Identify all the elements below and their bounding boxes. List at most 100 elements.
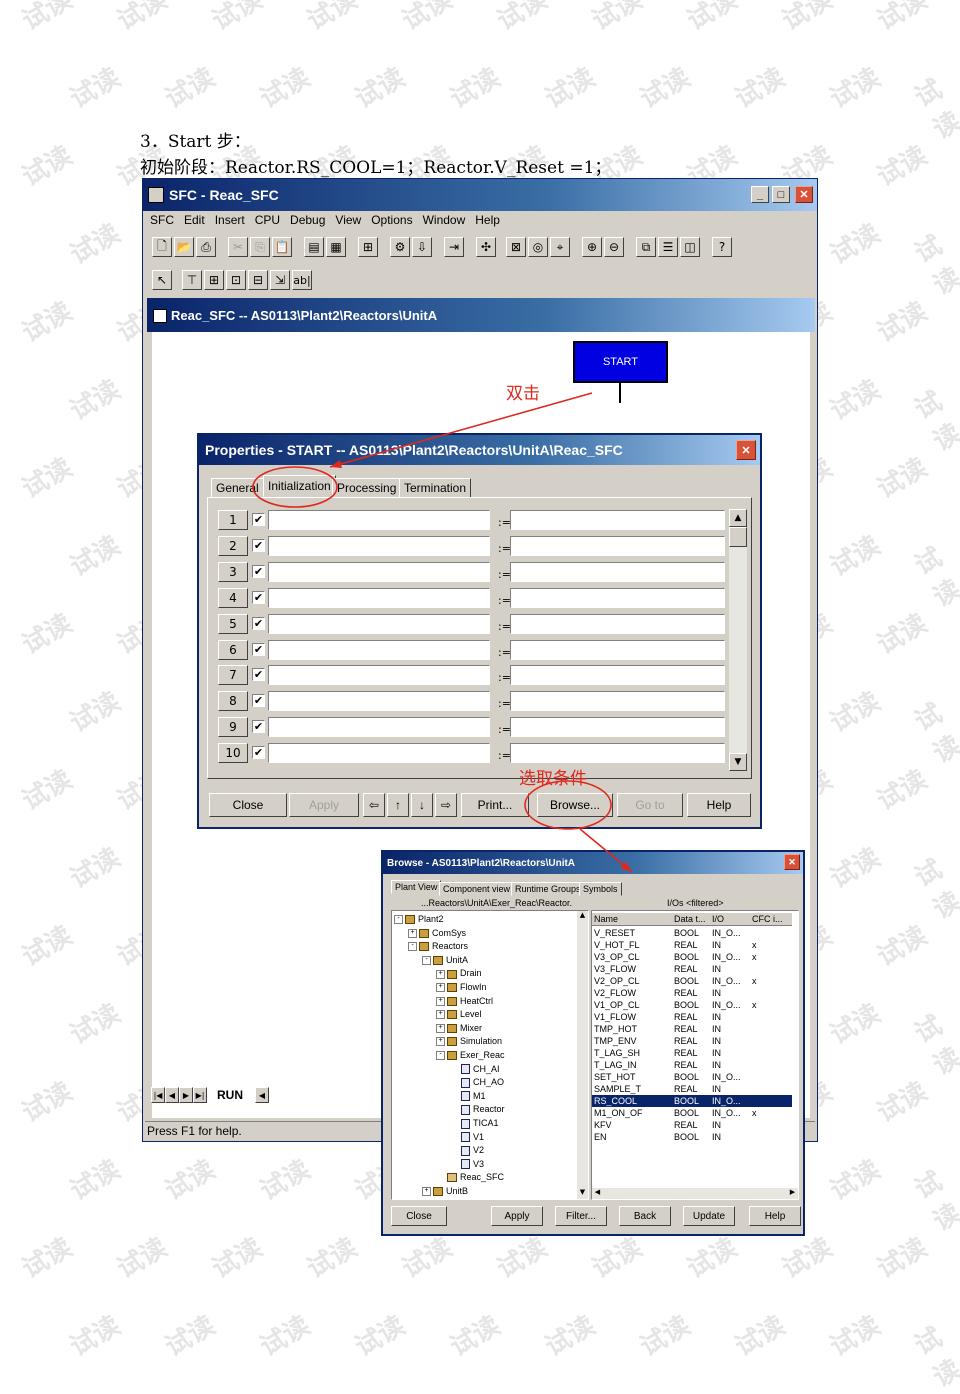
paste-icon[interactable]: 📋 [272, 237, 292, 257]
tree-scroll-up-icon[interactable]: ▲ [577, 911, 588, 922]
alternative-branch-icon[interactable]: ⊡ [226, 270, 246, 290]
tab-symbols[interactable]: Symbols [579, 882, 622, 896]
target-field[interactable] [268, 639, 490, 660]
tab-component-view[interactable]: Component view [439, 882, 515, 896]
tree-item[interactable]: + Drain [394, 967, 505, 981]
io-row[interactable]: TMP_ENV REAL IN [592, 1035, 792, 1047]
col-cfc[interactable]: CFC i... [752, 913, 792, 925]
expand-icon[interactable]: + [436, 1023, 445, 1033]
browse-apply-button[interactable]: Apply [491, 1206, 543, 1226]
target-field[interactable] [268, 613, 490, 634]
value-field[interactable] [510, 510, 725, 530]
run-tab[interactable]: RUN [217, 1088, 243, 1102]
tab-initialization[interactable]: Initialization [263, 475, 336, 497]
io-row[interactable]: KFV REAL IN [592, 1119, 792, 1131]
move-left-button[interactable]: ⇦ [363, 793, 385, 817]
tree-item[interactable]: + UnitB [394, 1185, 505, 1199]
tree-scrollbar[interactable]: ▲ ▼ [577, 911, 588, 1199]
menu-edit[interactable]: Edit [184, 213, 205, 227]
value-field[interactable] [510, 691, 725, 712]
tree-item[interactable]: + Mixer [394, 1022, 505, 1036]
tree-icon[interactable]: ⊞ [358, 237, 378, 257]
tree-scroll-down-icon[interactable]: ▼ [577, 1188, 588, 1199]
expand-icon[interactable]: + [436, 996, 445, 1006]
io-row[interactable]: V3_OP_CL BOOL IN_O... x [592, 951, 792, 963]
col-io[interactable]: I/O [712, 913, 752, 925]
io-row[interactable]: V_RESET BOOL IN_O... [592, 927, 792, 939]
value-field[interactable] [510, 743, 725, 764]
tab-runtime-groups[interactable]: Runtime Groups [511, 882, 585, 896]
row-enable-checkbox[interactable]: ✔ [252, 616, 265, 630]
close-button[interactable]: ✕ [795, 186, 813, 203]
object-icon[interactable]: ▦ [326, 237, 346, 257]
grid-hscroll[interactable]: ◀ ▶ [592, 1188, 798, 1199]
tree-item[interactable]: - Plant2 [394, 913, 505, 927]
target-field[interactable] [268, 743, 490, 764]
tree-item[interactable]: + Simulation [394, 1035, 505, 1049]
tree-item[interactable]: TICA1 [394, 1117, 505, 1131]
cascade-icon[interactable]: ⧉ [636, 237, 656, 257]
value-field[interactable] [510, 717, 725, 738]
target-field[interactable] [268, 665, 490, 686]
row-enable-checkbox[interactable]: ✔ [252, 720, 265, 734]
network-icon[interactable]: ✣ [476, 237, 496, 257]
tab-termination[interactable]: Termination [399, 478, 472, 498]
menu-sfc[interactable]: SFC [150, 213, 174, 227]
browse-close-icon[interactable]: ✕ [784, 854, 800, 870]
expand-icon[interactable]: + [436, 1010, 445, 1020]
sequence-icon[interactable]: ⊞ [204, 270, 224, 290]
tree-item[interactable]: + HeatCtrl [394, 995, 505, 1009]
io-row[interactable]: EN BOOL IN [592, 1131, 792, 1143]
io-row[interactable]: M1_ON_OF BOOL IN_O... x [592, 1107, 792, 1119]
tree-item[interactable]: M1 [394, 1090, 505, 1104]
print-button[interactable]: Print... [461, 793, 529, 817]
collapse-icon[interactable]: - [394, 915, 403, 925]
move-right-button[interactable]: ⇨ [435, 793, 457, 817]
trace-icon[interactable]: ⌖ [550, 237, 570, 257]
start-step[interactable]: START [573, 341, 668, 383]
io-row[interactable]: RS_COOL BOOL IN_O... [592, 1095, 792, 1107]
row-enable-checkbox[interactable]: ✔ [252, 642, 265, 656]
browse-close-button[interactable]: Close [391, 1206, 447, 1226]
target-field[interactable] [268, 510, 490, 530]
io-row[interactable]: T_LAG_IN REAL IN [592, 1059, 792, 1071]
row-enable-checkbox[interactable]: ✔ [252, 513, 265, 526]
row-enable-checkbox[interactable]: ✔ [252, 590, 265, 604]
close-dialog-button[interactable]: Close [209, 793, 287, 817]
move-down-button[interactable]: ↓ [411, 793, 433, 817]
tree-item[interactable]: + FlowIn [394, 981, 505, 995]
value-field[interactable] [510, 535, 725, 556]
tree-item[interactable]: CH_AO [394, 1076, 505, 1090]
copy-icon[interactable]: ⎘ [250, 237, 270, 257]
menu-options[interactable]: Options [371, 213, 412, 227]
maximize-button[interactable]: □ [772, 186, 790, 203]
io-row[interactable]: V1_OP_CL BOOL IN_O... x [592, 999, 792, 1011]
grid-scroll-left-icon[interactable]: ◀ [592, 1188, 603, 1199]
text-icon[interactable]: ab| [292, 270, 312, 290]
menu-help[interactable]: Help [475, 213, 500, 227]
target-field[interactable] [268, 535, 490, 556]
simultaneous-branch-icon[interactable]: ⊟ [248, 270, 268, 290]
tree-item[interactable]: - Exer_Reac [394, 1049, 505, 1063]
tile-horizontal-icon[interactable]: ☰ [658, 237, 678, 257]
download-icon[interactable]: ⇩ [412, 237, 432, 257]
monitor-icon[interactable]: ⊠ [506, 237, 526, 257]
collapse-icon[interactable]: - [436, 1051, 445, 1061]
row-enable-checkbox[interactable]: ✔ [252, 538, 265, 552]
row-enable-checkbox[interactable]: ✔ [252, 746, 265, 760]
value-field[interactable] [510, 639, 725, 660]
io-row[interactable]: SET_HOT BOOL IN_O... [592, 1071, 792, 1083]
scroll-down-icon[interactable]: ▼ [729, 753, 747, 771]
tree-item[interactable]: - Reactors [394, 940, 505, 954]
col-name[interactable]: Name [592, 913, 674, 925]
expand-icon[interactable]: + [436, 969, 445, 979]
minimize-button[interactable]: _ [751, 186, 769, 203]
apply-button[interactable]: Apply [289, 793, 359, 817]
col-datatype[interactable]: Data t... [674, 913, 712, 925]
expand-icon[interactable]: + [436, 1037, 445, 1047]
value-field[interactable] [510, 613, 725, 634]
value-field[interactable] [510, 665, 725, 686]
zoom-out-icon[interactable]: ⊖ [604, 237, 624, 257]
next-sheet-button[interactable]: ▶ [179, 1087, 193, 1103]
properties-close-icon[interactable]: ✕ [736, 440, 756, 460]
